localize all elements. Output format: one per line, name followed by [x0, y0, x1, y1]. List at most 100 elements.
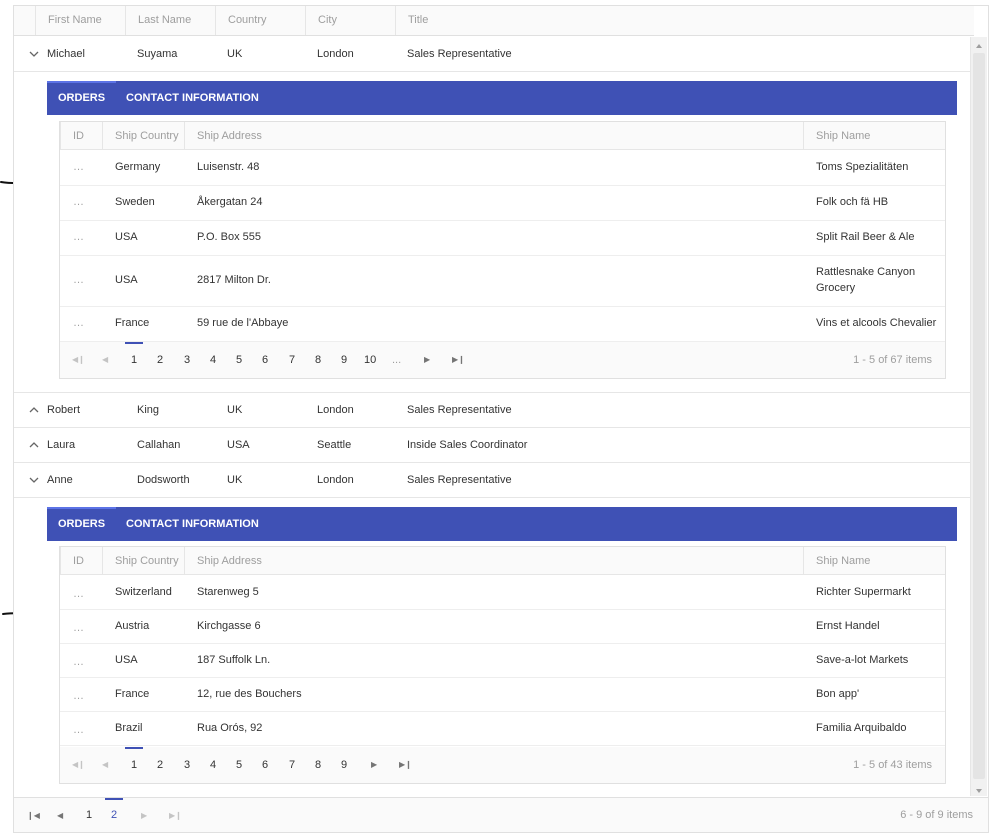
ship-country-cell: Austria [115, 620, 150, 632]
next-page-icon[interactable]: ▶ [371, 747, 377, 783]
next-page-icon[interactable]: ▶ [424, 342, 430, 378]
ship-country-cell: USA [115, 274, 138, 286]
header-last-name[interactable]: Last Name [125, 6, 215, 35]
page-button[interactable]: 8 [315, 747, 321, 783]
chevron-up-icon[interactable] [29, 405, 39, 415]
orders-pager: ◀❙ ◀ 1 2 3 4 5 6 7 8 9 ▶ ▶❙ 1 - 5 of 43 … [60, 747, 945, 783]
table-row[interactable]: … Germany Luisenstr. 48 Toms Spezialität… [60, 151, 945, 186]
tab-contact-information[interactable]: CONTACT INFORMATION [126, 507, 259, 541]
header-country[interactable]: Country [215, 6, 305, 35]
detail-row-michael: ORDERS CONTACT INFORMATION ID Ship Count… [14, 72, 970, 393]
last-name-cell: Dodsworth [137, 474, 190, 486]
previous-page-icon[interactable]: ◀ [102, 342, 108, 378]
pager-info: 6 - 9 of 9 items [900, 809, 973, 821]
page-button[interactable]: 1 [86, 798, 92, 833]
page-button[interactable]: 3 [184, 747, 190, 783]
page-button[interactable]: 6 [262, 342, 268, 378]
table-row[interactable]: … Sweden Åkergatan 24 Folk och fä HB [60, 186, 945, 221]
first-page-icon[interactable]: ◀❙ [72, 342, 85, 378]
city-cell: London [317, 404, 354, 416]
scroll-up-icon[interactable] [976, 44, 982, 48]
header-first-name[interactable]: First Name [35, 6, 125, 35]
country-cell: UK [227, 404, 243, 416]
page-button[interactable]: 10 [364, 342, 376, 378]
table-row[interactable]: … Austria Kirchgasse 6 Ernst Handel [60, 610, 945, 644]
ship-name-cell: Ernst Handel [816, 620, 880, 632]
page-button-active[interactable]: 2 [104, 798, 124, 833]
table-row[interactable]: … USA 187 Suffolk Ln. Save-a-lot Markets [60, 644, 945, 678]
previous-page-icon[interactable]: ◀ [57, 798, 63, 833]
table-row[interactable]: … France 59 rue de l'Abbaye Vins et alco… [60, 307, 945, 342]
master-row[interactable]: Robert King UK London Sales Representati… [14, 393, 970, 428]
header-ship-country[interactable]: Ship Country [115, 122, 179, 150]
chevron-down-icon[interactable] [29, 475, 39, 485]
order-id-cell: … [73, 196, 84, 208]
more-pages-button[interactable]: ... [392, 342, 401, 378]
ship-name-cell: Rattlesnake Canyon [816, 266, 916, 278]
first-name-cell: Anne [47, 474, 73, 486]
city-cell: London [317, 474, 354, 486]
table-row[interactable]: … France 12, rue des Bouchers Bon app' [60, 678, 945, 712]
page-button[interactable]: 9 [341, 342, 347, 378]
last-page-icon[interactable]: ▶❙ [452, 342, 465, 378]
header-ship-name[interactable]: Ship Name [816, 122, 870, 150]
table-row[interactable]: … USA P.O. Box 555 Split Rail Beer & Ale [60, 221, 945, 256]
page-button[interactable]: 1 [124, 747, 144, 783]
first-page-icon[interactable]: ❙◀ [27, 798, 40, 833]
last-name-cell: Callahan [137, 439, 181, 451]
orders-grid-header: ID Ship Country Ship Address Ship Name [60, 547, 945, 575]
next-page-icon[interactable]: ▶ [141, 798, 147, 833]
header-ship-address[interactable]: Ship Address [197, 122, 262, 150]
master-row[interactable]: Laura Callahan USA Seattle Inside Sales … [14, 428, 970, 463]
ship-country-cell: France [115, 688, 150, 700]
previous-page-icon[interactable]: ◀ [102, 747, 108, 783]
header-id[interactable]: ID [73, 122, 84, 150]
last-page-icon[interactable]: ▶❙ [399, 747, 412, 783]
page-button[interactable]: 5 [236, 747, 242, 783]
ship-address-cell: 187 Suffolk Ln. [197, 654, 271, 666]
page-button[interactable]: 4 [210, 747, 216, 783]
master-row[interactable]: Michael Suyama UK London Sales Represent… [14, 37, 970, 72]
page-button[interactable]: 4 [210, 342, 216, 378]
country-cell: USA [227, 439, 250, 451]
page-button[interactable]: 1 [124, 342, 144, 378]
title-cell: Sales Representative [407, 404, 512, 416]
table-row[interactable]: … USA 2817 Milton Dr. Rattlesnake Canyon… [60, 256, 945, 307]
page-button[interactable]: 5 [236, 342, 242, 378]
master-row[interactable]: Anne Dodsworth UK London Sales Represent… [14, 463, 970, 498]
vertical-scrollbar[interactable] [970, 37, 987, 796]
page-button[interactable]: 2 [157, 747, 163, 783]
ship-name-cell: Folk och fä HB [816, 196, 889, 208]
header-title[interactable]: Title [395, 6, 974, 35]
ship-country-cell: USA [115, 231, 138, 243]
page-button[interactable]: 6 [262, 747, 268, 783]
table-row[interactable]: … Brazil Rua Orós, 92 Familia Arquibaldo [60, 712, 945, 746]
ship-address-cell: Kirchgasse 6 [197, 620, 261, 632]
scroll-down-icon[interactable] [976, 789, 982, 793]
header-ship-country[interactable]: Ship Country [115, 547, 179, 575]
scrollbar-thumb[interactable] [973, 53, 985, 779]
page-button[interactable]: 7 [289, 747, 295, 783]
chevron-down-icon[interactable] [29, 49, 39, 59]
tab-orders[interactable]: ORDERS [46, 507, 117, 541]
tab-contact-information[interactable]: CONTACT INFORMATION [126, 81, 259, 115]
tab-orders[interactable]: ORDERS [46, 81, 117, 115]
chevron-up-icon[interactable] [29, 440, 39, 450]
ship-address-cell: Åkergatan 24 [197, 196, 263, 208]
page-button[interactable]: 8 [315, 342, 321, 378]
first-page-icon[interactable]: ◀❙ [72, 747, 85, 783]
page-button[interactable]: 2 [157, 342, 163, 378]
header-ship-address[interactable]: Ship Address [197, 547, 262, 575]
header-ship-name[interactable]: Ship Name [816, 547, 870, 575]
last-name-cell: Suyama [137, 48, 178, 60]
page-button[interactable]: 7 [289, 342, 295, 378]
order-id-cell: … [73, 622, 84, 634]
ship-country-cell: Switzerland [115, 586, 172, 598]
header-city[interactable]: City [305, 6, 395, 35]
ship-name-cell: Vins et alcools Chevalier [816, 317, 937, 329]
page-button[interactable]: 3 [184, 342, 190, 378]
header-id[interactable]: ID [73, 547, 84, 575]
last-page-icon[interactable]: ▶❙ [169, 798, 182, 833]
table-row[interactable]: … Switzerland Starenweg 5 Richter Superm… [60, 576, 945, 610]
page-button[interactable]: 9 [341, 747, 347, 783]
